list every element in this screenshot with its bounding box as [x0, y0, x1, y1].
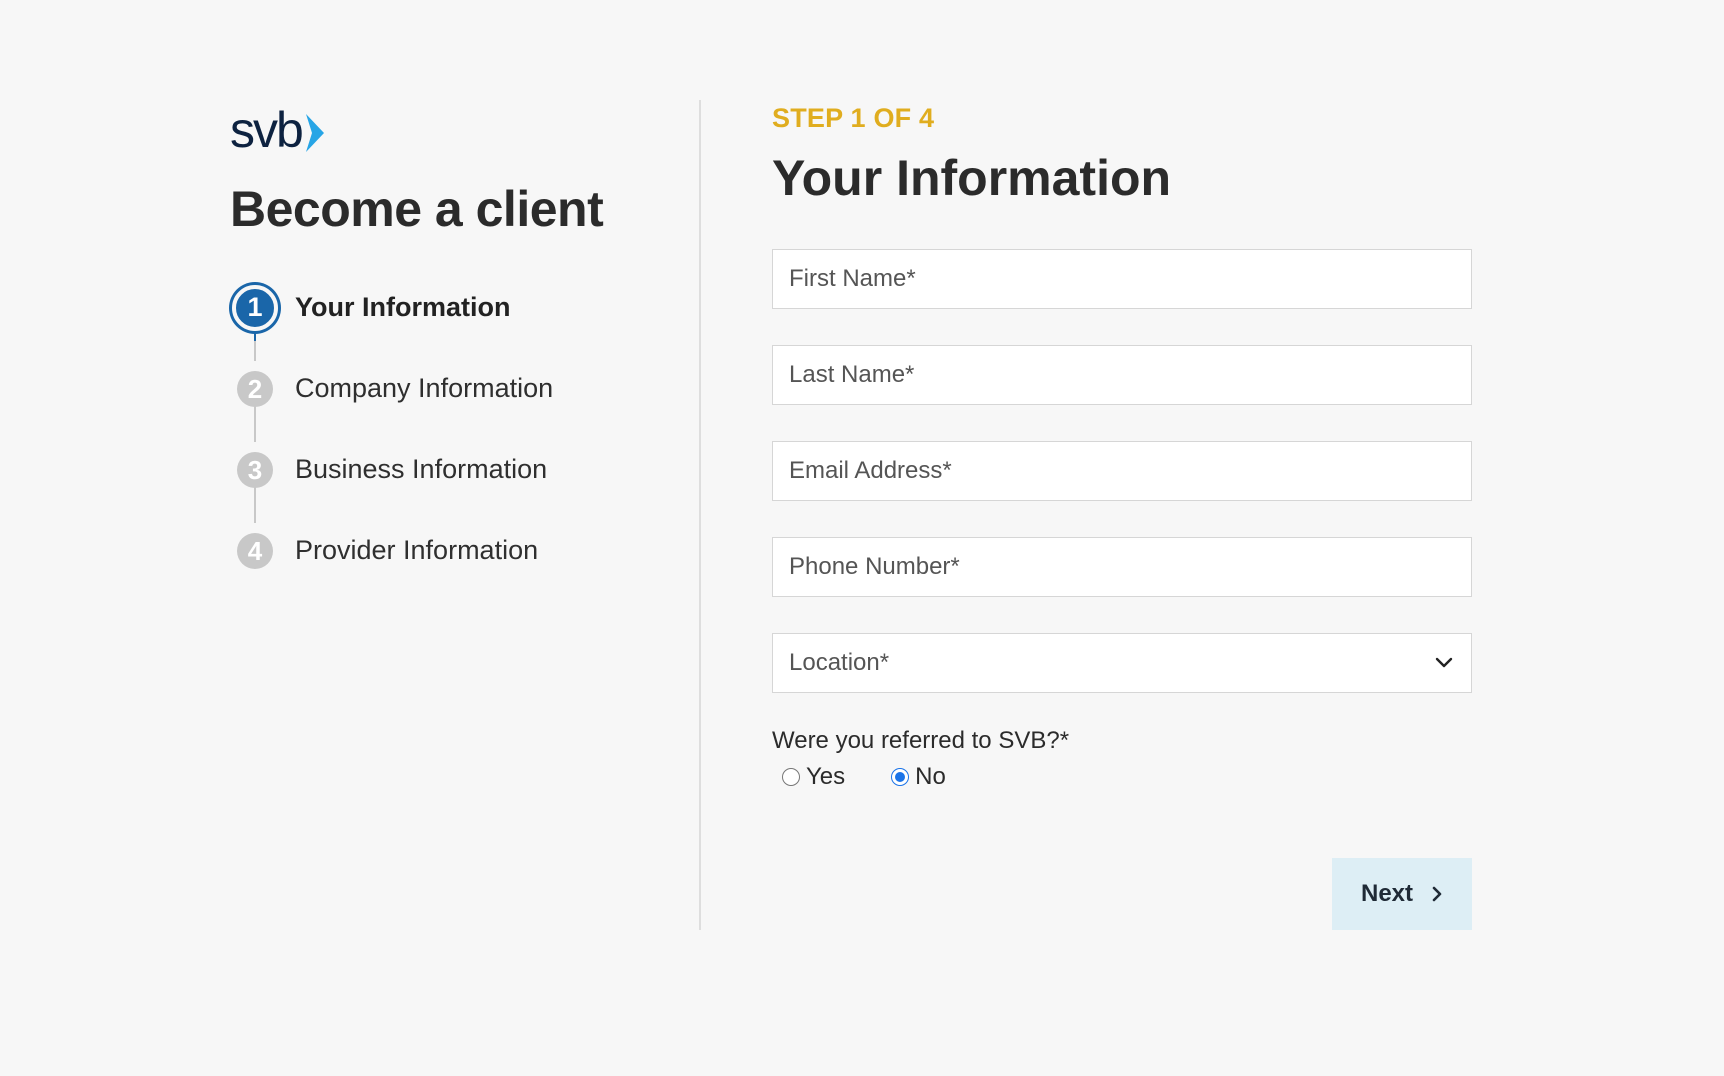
phone-field — [772, 537, 1472, 597]
step-number-2: 2 — [237, 371, 273, 407]
column-divider — [699, 100, 701, 930]
referral-option-no[interactable]: No — [891, 763, 946, 791]
first-name-field — [772, 249, 1472, 309]
step-provider-information: 4 Provider Information — [230, 522, 670, 603]
referral-radio-group: Yes No — [782, 763, 1472, 791]
email-input[interactable] — [773, 442, 1471, 500]
phone-input[interactable] — [773, 538, 1471, 596]
step-indicator: STEP 1 OF 4 — [772, 103, 935, 133]
step-marker: 4 — [230, 522, 280, 572]
first-name-input[interactable] — [773, 250, 1471, 308]
radio-yes-label: Yes — [806, 763, 846, 790]
last-name-field — [772, 345, 1472, 405]
step-label: Your Information — [295, 292, 511, 322]
form-actions: Next — [1332, 858, 1472, 930]
step-number-1: 1 — [232, 284, 278, 331]
form-title: Your Information — [772, 150, 1172, 206]
logo-text: svb — [230, 102, 304, 158]
location-select[interactable]: Location* — [772, 633, 1472, 693]
last-name-input[interactable] — [773, 346, 1471, 404]
page-title: Become a client — [230, 181, 604, 237]
progress-steps: 1 Your Information 2 Company Information… — [230, 279, 670, 603]
referral-option-yes[interactable]: Yes — [782, 763, 845, 791]
next-button[interactable]: Next — [1332, 858, 1472, 930]
chevron-down-icon — [1433, 652, 1455, 674]
step-label: Business Information — [295, 454, 548, 484]
chevron-right-icon — [1431, 885, 1443, 903]
step-marker: 2 — [230, 360, 280, 410]
radio-yes[interactable] — [782, 768, 800, 786]
radio-no[interactable] — [891, 768, 910, 786]
referral-question: Were you referred to SVB?* — [772, 727, 1070, 754]
step-marker: 3 — [230, 441, 280, 491]
step-label: Provider Information — [295, 535, 539, 565]
step-business-information: 3 Business Information — [230, 441, 670, 522]
step-your-information: 1 Your Information — [230, 279, 670, 360]
page: svb Become a client 1 Your Information 2 — [0, 0, 1724, 1076]
logo-chevron-icon — [305, 114, 324, 152]
sidebar: svb Become a client 1 Your Information 2 — [230, 100, 670, 603]
step-marker: 1 — [230, 279, 280, 331]
step-number-4: 4 — [237, 533, 273, 569]
radio-no-label: No — [915, 763, 946, 790]
step-label: Company Information — [295, 373, 554, 403]
next-button-label: Next — [1360, 880, 1414, 907]
step-number-3: 3 — [237, 452, 273, 488]
email-field — [772, 441, 1472, 501]
location-select-value: Location* — [789, 649, 890, 676]
svb-logo[interactable]: svb — [230, 100, 670, 160]
step-company-information: 2 Company Information — [230, 360, 670, 441]
form-panel: STEP 1 OF 4 Your Information Location* W… — [772, 100, 1472, 930]
